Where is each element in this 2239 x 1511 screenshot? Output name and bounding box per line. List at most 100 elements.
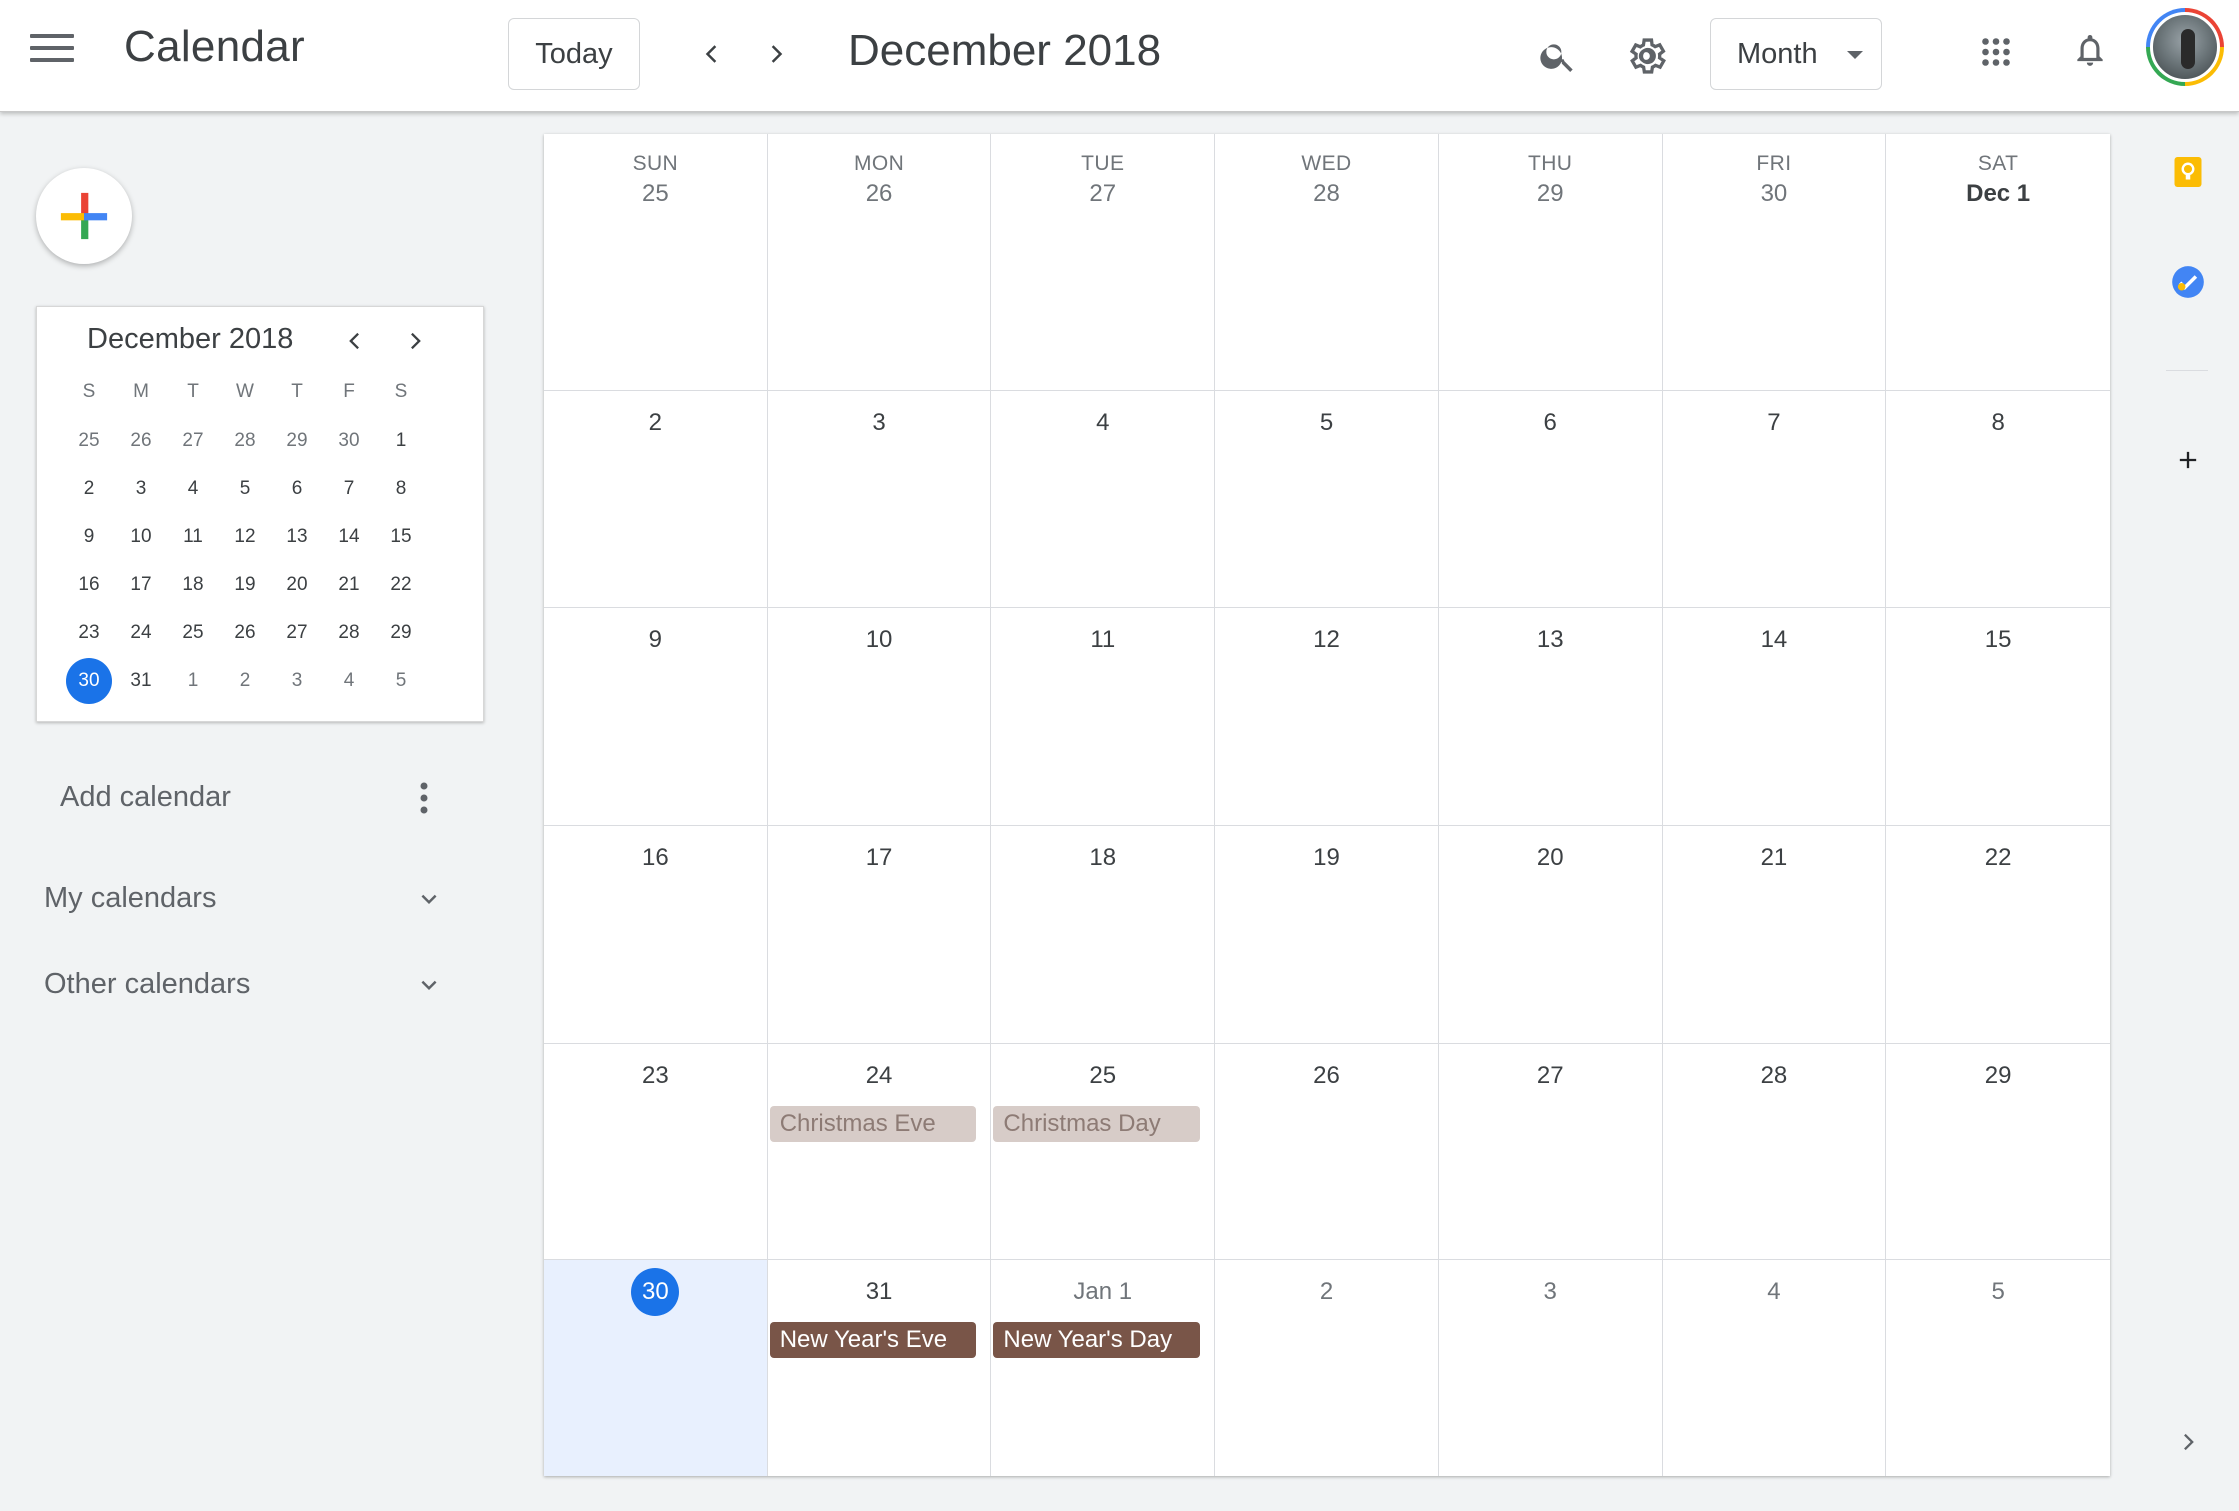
mini-day[interactable]: 8 xyxy=(375,465,427,513)
add-addon-button[interactable] xyxy=(2168,440,2208,480)
day-number[interactable]: 22 xyxy=(1886,844,2110,872)
mini-day[interactable]: 23 xyxy=(63,609,115,657)
day-number[interactable]: 9 xyxy=(544,626,767,654)
day-number[interactable]: 25 xyxy=(544,180,767,208)
mini-calendar-next-button[interactable] xyxy=(397,321,433,361)
mini-day[interactable]: 3 xyxy=(271,657,323,705)
mini-day[interactable]: 25 xyxy=(63,417,115,465)
mini-day[interactable]: 14 xyxy=(323,513,375,561)
day-number[interactable]: 11 xyxy=(991,626,1214,654)
day-cell[interactable]: 25 Christmas Day xyxy=(991,1044,1216,1259)
day-number[interactable]: 19 xyxy=(1215,844,1438,872)
day-number[interactable]: 15 xyxy=(1886,626,2110,654)
mini-day[interactable]: 9 xyxy=(63,513,115,561)
day-number[interactable]: 20 xyxy=(1439,844,1662,872)
view-selector[interactable]: Month xyxy=(1710,18,1882,90)
day-number[interactable]: 5 xyxy=(1215,409,1438,437)
day-cell[interactable]: 23 xyxy=(544,1044,768,1259)
mini-day[interactable]: 26 xyxy=(219,609,271,657)
day-cell[interactable]: 20 xyxy=(1439,826,1663,1043)
day-number[interactable]: 10 xyxy=(768,626,991,654)
mini-day[interactable]: 11 xyxy=(167,513,219,561)
mini-day[interactable]: 20 xyxy=(271,561,323,609)
mini-day[interactable]: 26 xyxy=(115,417,167,465)
previous-period-button[interactable] xyxy=(690,30,734,78)
day-number[interactable]: 21 xyxy=(1663,844,1886,872)
mini-day[interactable]: 29 xyxy=(375,609,427,657)
day-cell[interactable]: 8 xyxy=(1886,391,2110,607)
day-number[interactable]: 26 xyxy=(768,180,991,208)
mini-day[interactable]: 25 xyxy=(167,609,219,657)
day-number[interactable]: 17 xyxy=(768,844,991,872)
other-calendars-toggle[interactable]: Other calendars xyxy=(44,952,444,1016)
day-cell[interactable]: 26 xyxy=(1215,1044,1439,1259)
day-cell[interactable]: 5 xyxy=(1886,1260,2110,1476)
mini-day[interactable]: 1 xyxy=(375,417,427,465)
day-cell[interactable]: 11 xyxy=(991,608,1216,825)
mini-day[interactable]: 4 xyxy=(167,465,219,513)
day-number[interactable]: 3 xyxy=(1439,1278,1662,1306)
my-calendars-toggle[interactable]: My calendars xyxy=(44,866,444,930)
day-cell[interactable]: 5 xyxy=(1215,391,1439,607)
tasks-icon[interactable] xyxy=(2168,262,2208,302)
day-cell[interactable]: 4 xyxy=(1663,1260,1887,1476)
day-cell[interactable]: 29 xyxy=(1886,1044,2110,1259)
mini-day[interactable]: 24 xyxy=(115,609,167,657)
day-cell[interactable]: 2 xyxy=(544,391,768,607)
mini-day[interactable]: 31 xyxy=(115,657,167,705)
mini-day[interactable]: 29 xyxy=(271,417,323,465)
day-cell[interactable]: 22 xyxy=(1886,826,2110,1043)
settings-button[interactable] xyxy=(1620,30,1672,82)
day-number[interactable]: 6 xyxy=(1439,409,1662,437)
day-cell[interactable]: SAT Dec 1 xyxy=(1886,134,2110,390)
day-number[interactable]: 27 xyxy=(991,180,1214,208)
day-cell[interactable]: 4 xyxy=(991,391,1216,607)
day-number[interactable]: 2 xyxy=(544,409,767,437)
mini-day[interactable]: 2 xyxy=(63,465,115,513)
day-cell[interactable]: 9 xyxy=(544,608,768,825)
day-cell[interactable]: Jan 1 New Year's Day xyxy=(991,1260,1216,1476)
day-cell[interactable]: 28 xyxy=(1663,1044,1887,1259)
day-cell[interactable]: 16 xyxy=(544,826,768,1043)
day-cell[interactable]: 31 New Year's Eve xyxy=(768,1260,992,1476)
day-number[interactable]: 13 xyxy=(1439,626,1662,654)
event-chip-christmas-eve[interactable]: Christmas Eve xyxy=(769,1106,977,1142)
mini-day[interactable]: 1 xyxy=(167,657,219,705)
day-number[interactable]: 28 xyxy=(1663,1062,1886,1090)
day-cell[interactable]: THU 29 xyxy=(1439,134,1663,390)
day-number[interactable]: 27 xyxy=(1439,1062,1662,1090)
day-number[interactable]: 29 xyxy=(1439,180,1662,208)
mini-day[interactable]: 19 xyxy=(219,561,271,609)
mini-day[interactable]: 5 xyxy=(375,657,427,705)
mini-day[interactable]: 12 xyxy=(219,513,271,561)
day-cell[interactable]: 18 xyxy=(991,826,1216,1043)
day-number[interactable]: Jan 1 xyxy=(991,1278,1214,1306)
notifications-button[interactable] xyxy=(2066,26,2114,74)
day-number[interactable]: 28 xyxy=(1215,180,1438,208)
mini-day[interactable]: 27 xyxy=(167,417,219,465)
mini-day[interactable]: 3 xyxy=(115,465,167,513)
day-cell[interactable]: 2 xyxy=(1215,1260,1439,1476)
add-calendar-input[interactable]: Add calendar xyxy=(42,762,386,832)
day-number[interactable]: 25 xyxy=(991,1062,1214,1090)
apps-button[interactable] xyxy=(1972,28,2020,76)
account-avatar[interactable] xyxy=(2146,8,2224,86)
day-cell[interactable]: TUE 27 xyxy=(991,134,1216,390)
mini-day[interactable]: 16 xyxy=(63,561,115,609)
day-cell[interactable]: 24 Christmas Eve xyxy=(768,1044,992,1259)
day-number[interactable]: 2 xyxy=(1215,1278,1438,1306)
next-period-button[interactable] xyxy=(754,30,798,78)
event-chip-new-years-day[interactable]: New Year's Day xyxy=(993,1322,1201,1358)
day-number[interactable]: 18 xyxy=(991,844,1214,872)
day-number[interactable]: 4 xyxy=(1663,1278,1886,1306)
day-cell[interactable]: FRI 30 xyxy=(1663,134,1887,390)
mini-day[interactable]: 18 xyxy=(167,561,219,609)
keep-icon[interactable] xyxy=(2168,152,2208,192)
day-cell[interactable]: 21 xyxy=(1663,826,1887,1043)
mini-day[interactable]: 5 xyxy=(219,465,271,513)
day-cell[interactable]: 19 xyxy=(1215,826,1439,1043)
mini-day[interactable]: 15 xyxy=(375,513,427,561)
mini-day[interactable]: 13 xyxy=(271,513,323,561)
day-number[interactable]: 26 xyxy=(1215,1062,1438,1090)
day-cell[interactable]: 12 xyxy=(1215,608,1439,825)
